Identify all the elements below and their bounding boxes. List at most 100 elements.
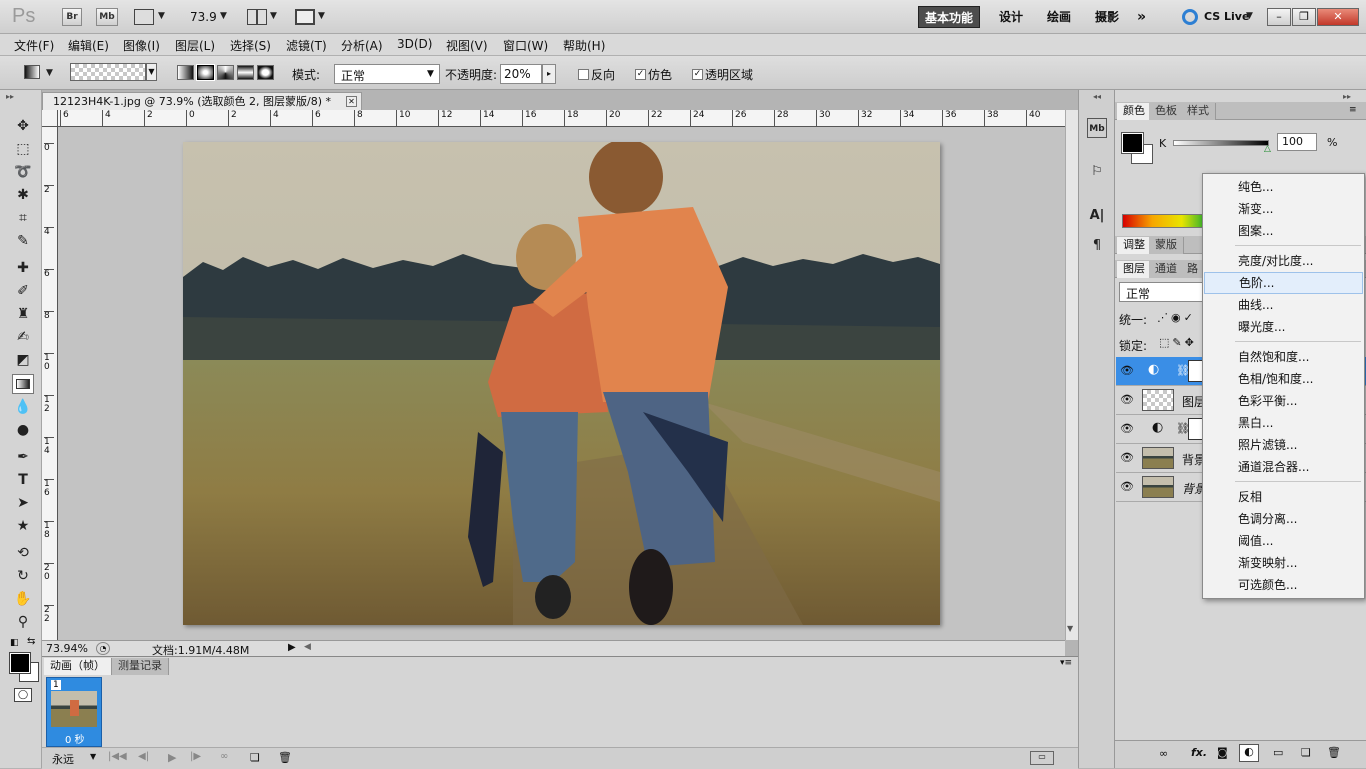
- menu-item-hue-saturation[interactable]: 色相/饱和度...: [1204, 368, 1363, 390]
- path-selection-tool-icon[interactable]: ➤: [12, 493, 34, 513]
- trash-icon[interactable]: 🗑: [278, 751, 292, 764]
- menu-3d[interactable]: 3D(D): [397, 37, 432, 51]
- menu-analysis[interactable]: 分析(A): [341, 37, 383, 54]
- status-icon[interactable]: ◔: [96, 642, 110, 655]
- k-value-input[interactable]: 100: [1277, 133, 1317, 151]
- add-mask-icon[interactable]: ◙: [1217, 746, 1228, 759]
- document-tab[interactable]: 12123H4K-1.jpg @ 73.9% (选取颜色 2, 图层蒙版/8) …: [42, 92, 362, 110]
- blend-mode-select[interactable]: 正常 ▼: [334, 64, 440, 84]
- ruler-origin[interactable]: [42, 110, 58, 127]
- dither-checkbox[interactable]: ✓: [635, 69, 646, 80]
- collapse-icon[interactable]: ▸▸: [6, 92, 14, 101]
- character-panel-icon[interactable]: A|: [1087, 206, 1107, 226]
- workspace-design[interactable]: 设计: [993, 6, 1029, 28]
- menu-view[interactable]: 视图(V): [446, 37, 488, 54]
- new-frame-icon[interactable]: ❏: [250, 751, 260, 764]
- first-frame-icon[interactable]: |◀◀: [108, 751, 127, 762]
- tab-animation[interactable]: 动画（帧）: [44, 658, 112, 675]
- tab-masks[interactable]: 蒙版: [1149, 237, 1184, 254]
- k-slider[interactable]: [1173, 140, 1269, 146]
- gradient-tool-icon[interactable]: [12, 374, 34, 394]
- brush-presets-icon[interactable]: ⚐: [1087, 162, 1107, 182]
- diamond-gradient-button[interactable]: [257, 65, 274, 80]
- gradient-picker[interactable]: [70, 63, 146, 81]
- menu-item-black-white[interactable]: 黑白...: [1204, 412, 1363, 434]
- slider-handle-icon[interactable]: △: [1264, 144, 1271, 154]
- reverse-checkbox[interactable]: [578, 69, 589, 80]
- screen-mode-icon[interactable]: [295, 9, 315, 25]
- workspace-essentials[interactable]: 基本功能: [918, 6, 981, 28]
- paragraph-panel-icon[interactable]: ¶: [1087, 236, 1107, 256]
- status-zoom-input[interactable]: 73.94%: [46, 642, 88, 655]
- 3d-rotate-tool-icon[interactable]: ⟲: [12, 543, 34, 563]
- 3d-orbit-tool-icon[interactable]: ↻: [12, 566, 34, 586]
- tween-icon[interactable]: ∞: [220, 751, 228, 762]
- quick-selection-tool-icon[interactable]: ✱: [12, 185, 34, 205]
- menu-item-exposure[interactable]: 曝光度...: [1204, 316, 1363, 338]
- angle-gradient-button[interactable]: [217, 65, 234, 80]
- menu-layer[interactable]: 图层(L): [175, 37, 215, 54]
- linear-gradient-button[interactable]: [177, 65, 194, 80]
- eye-icon[interactable]: 👁: [1119, 480, 1135, 494]
- scroll-down-icon[interactable]: ▼: [1067, 624, 1073, 633]
- link-layers-icon[interactable]: ∞: [1159, 747, 1168, 760]
- chevron-down-icon[interactable]: ▼: [158, 11, 165, 21]
- menu-item-gradient[interactable]: 渐变...: [1204, 198, 1363, 220]
- document-image[interactable]: [183, 142, 940, 625]
- unify-icons[interactable]: ⋰◉✓: [1157, 311, 1196, 324]
- tab-styles[interactable]: 样式: [1181, 103, 1216, 120]
- menu-help[interactable]: 帮助(H): [563, 37, 605, 54]
- chevron-down-icon[interactable]: ▼: [318, 11, 325, 21]
- brush-tool-icon[interactable]: ✐: [12, 281, 34, 301]
- lock-icons[interactable]: ⬚✎✥: [1159, 336, 1197, 349]
- cs-live-icon[interactable]: [1182, 9, 1198, 25]
- eye-icon[interactable]: 👁: [1119, 393, 1135, 407]
- type-tool-icon[interactable]: T: [12, 470, 34, 490]
- color-spectrum-bar[interactable]: [1122, 214, 1212, 228]
- chevron-down-icon[interactable]: ▼: [1246, 11, 1253, 21]
- pen-tool-icon[interactable]: ✒: [12, 447, 34, 467]
- collapse-icon[interactable]: ▸▸: [1343, 92, 1351, 101]
- transparency-checkbox[interactable]: ✓: [692, 69, 703, 80]
- animation-frame[interactable]: 1 0 秒: [46, 677, 102, 747]
- panel-menu-icon[interactable]: ≡: [1349, 105, 1357, 115]
- chevron-down-icon[interactable]: ▼: [220, 11, 227, 21]
- clone-stamp-tool-icon[interactable]: ♜: [12, 304, 34, 324]
- status-menu-icon[interactable]: ▶: [288, 642, 296, 653]
- tab-adjustments[interactable]: 调整: [1117, 237, 1152, 254]
- foreground-color-swatch[interactable]: [1121, 132, 1144, 154]
- arrange-documents-icon[interactable]: [247, 9, 267, 25]
- tab-measurement-log[interactable]: 测量记录: [112, 658, 169, 675]
- menu-item-curves[interactable]: 曲线...: [1204, 294, 1363, 316]
- view-extras-icon[interactable]: [134, 9, 154, 25]
- foreground-color-swatch[interactable]: [9, 652, 31, 674]
- bridge-button[interactable]: Br: [62, 8, 82, 26]
- eyedropper-tool-icon[interactable]: ✎: [12, 231, 34, 251]
- timeline-toggle-icon[interactable]: ▭: [1030, 751, 1054, 765]
- menu-item-color-balance[interactable]: 色彩平衡...: [1204, 390, 1363, 412]
- blur-tool-icon[interactable]: 💧: [12, 397, 34, 417]
- eye-icon[interactable]: 👁: [1119, 364, 1135, 378]
- menu-select[interactable]: 选择(S): [230, 37, 271, 54]
- tool-preset-icon[interactable]: [24, 65, 40, 79]
- collapse-icon[interactable]: ◂◂: [1093, 92, 1101, 101]
- menu-file[interactable]: 文件(F): [14, 37, 54, 54]
- swap-colors-icon[interactable]: ⇆: [27, 636, 35, 647]
- menu-item-vibrance[interactable]: 自然饱和度...: [1204, 346, 1363, 368]
- close-icon[interactable]: ✕: [346, 96, 357, 107]
- menu-item-solid-color[interactable]: 纯色...: [1204, 176, 1363, 198]
- menu-item-pattern[interactable]: 图案...: [1204, 220, 1363, 242]
- cs-live-button[interactable]: CS Live: [1204, 10, 1249, 23]
- mini-bridge-button[interactable]: Mb: [96, 8, 118, 26]
- next-frame-icon[interactable]: |▶: [190, 751, 201, 762]
- menu-edit[interactable]: 编辑(E): [68, 37, 109, 54]
- chevron-down-icon[interactable]: ▼: [90, 752, 96, 761]
- zoom-level[interactable]: 73.9: [190, 10, 217, 24]
- move-tool-icon[interactable]: ✥: [12, 116, 34, 136]
- quick-mask-icon[interactable]: ◯: [14, 688, 32, 702]
- panel-menu-icon[interactable]: ▾≡: [1060, 658, 1072, 668]
- crop-tool-icon[interactable]: ⌗: [12, 208, 34, 228]
- menu-window[interactable]: 窗口(W): [503, 37, 548, 54]
- history-brush-tool-icon[interactable]: ✍: [12, 327, 34, 347]
- new-layer-icon[interactable]: ❏: [1301, 746, 1311, 759]
